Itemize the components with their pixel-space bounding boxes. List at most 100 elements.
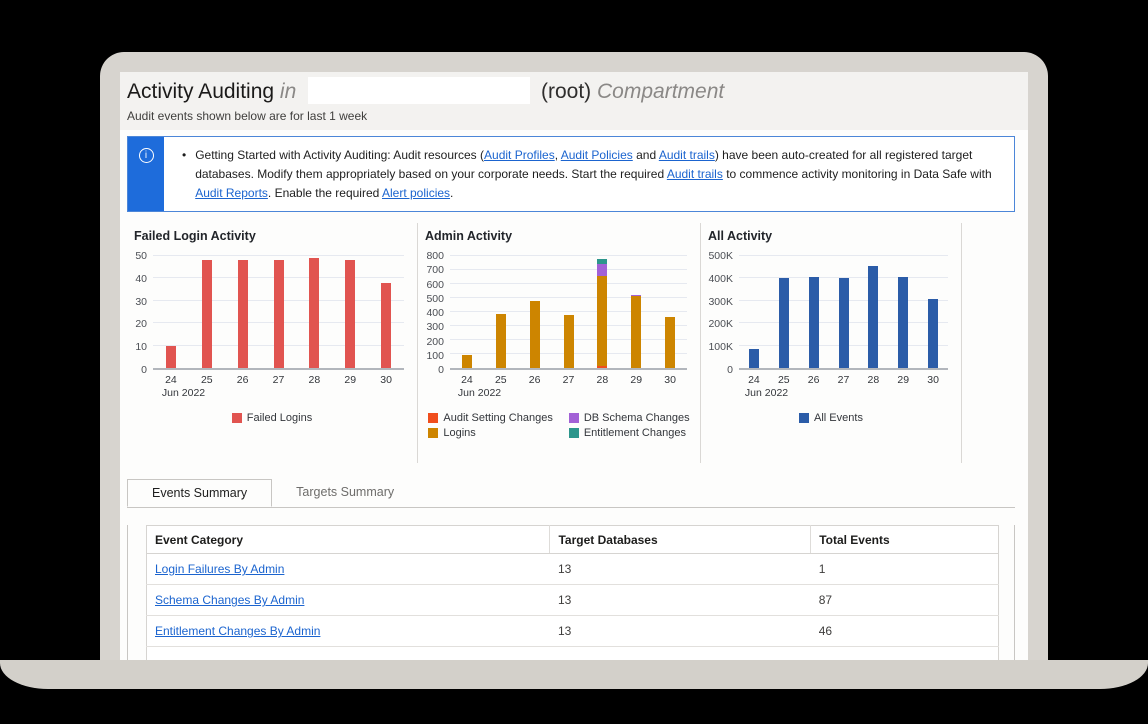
y-tick-label: 20 [135,319,147,329]
legend-label: Failed Logins [247,412,312,424]
table-cell: 1 [811,554,999,585]
bar-segment [381,283,391,368]
banner-link[interactable]: Audit Profiles [484,148,555,162]
banner-link[interactable]: Audit Reports [195,186,268,200]
legend-label: All Events [814,412,863,424]
table-cell: 13 [550,585,811,616]
page-title-in: in [280,80,296,103]
x-tick-label: 28 [597,374,609,386]
tab-targets-summary[interactable]: Targets Summary [272,479,418,507]
chart-bar [238,256,248,368]
banner-text-segment: and [633,148,659,162]
bar-segment [597,276,607,366]
chart-bar [779,256,789,368]
table-cell [147,647,999,661]
legend-label: Logins [443,427,475,439]
legend-swatch [428,413,438,423]
x-tick-label: 27 [273,374,285,386]
event-category-link[interactable]: Schema Changes By Admin [155,593,304,607]
legend-item: Failed Logins [232,412,312,424]
bar-segment [345,260,355,368]
chart-bar [202,256,212,368]
app-screen: Activity Auditing in (root) Compartment … [120,72,1028,660]
chart-title: All Activity [701,229,961,243]
table-cell: Entitlement Changes By Admin [147,616,550,647]
info-banner-stripe: i [128,137,164,211]
banner-text: Getting Started with Activity Auditing: … [195,146,998,203]
legend-swatch [428,428,438,438]
page-title-compartment: Compartment [597,80,724,103]
banner-link[interactable]: Alert policies [382,186,450,200]
x-tick-label: 24 [461,374,473,386]
tab-events-summary[interactable]: Events Summary [127,479,272,507]
banner-text-segment: . Enable the required [268,186,382,200]
x-tick-label: 30 [664,374,676,386]
x-axis: 24Jun 2022252627282930 [450,374,687,402]
laptop-base [0,660,1148,689]
y-tick-label: 600 [426,280,444,290]
x-tick-label: 28 [309,374,321,386]
legend-item: DB Schema Changes [569,412,690,424]
y-tick-label: 0 [141,365,147,375]
table-row-partial [147,647,999,661]
table-column-header: Total Events [811,526,999,554]
legend-swatch [569,428,579,438]
y-tick-label: 10 [135,342,147,352]
y-axis: 8007006005004003002001000 [420,256,450,370]
bar-segment [309,258,319,368]
event-category-link[interactable]: Entitlement Changes By Admin [155,624,320,638]
x-tick-label: 26 [808,374,820,386]
x-tick-label: 28 [868,374,880,386]
chart-panel-all-activity: All Activity500K400K300K200K100K024Jun 2… [701,223,962,463]
banner-text-segment: Getting Started with Activity Auditing: … [195,148,484,162]
page-header: Activity Auditing in (root) Compartment … [120,72,1028,130]
legend-swatch [569,413,579,423]
bar-segment [928,299,938,368]
page-title: Activity Auditing in (root) Compartment [127,77,1028,107]
x-tick-label: 26 [237,374,249,386]
chart-bar [665,256,675,368]
table-cell: Schema Changes By Admin [147,585,550,616]
legend-label: DB Schema Changes [584,412,690,424]
x-axis: 24Jun 2022252627282930 [739,374,948,402]
y-tick-label: 700 [426,265,444,275]
chart-bar [839,256,849,368]
chart-bar [898,256,908,368]
x-tick-label: 24 [748,374,760,386]
chart-panel-admin-activity: Admin Activity80070060050040030020010002… [418,223,701,463]
y-tick-label: 500K [708,251,733,261]
chart-legend: Failed Logins [127,412,417,424]
x-tick-label: 30 [927,374,939,386]
banner-link[interactable]: Audit trails [667,167,723,181]
compartment-name-redacted [308,77,530,104]
x-tick-label: 26 [529,374,541,386]
event-category-link[interactable]: Login Failures By Admin [155,562,284,576]
table-cell: 46 [811,616,999,647]
bar-segment [749,349,759,368]
legend-label: Audit Setting Changes [443,412,552,424]
y-tick-label: 200 [426,337,444,347]
banner-link[interactable]: Audit trails [659,148,715,162]
table-body: Login Failures By Admin 131 Schema Changes… [147,554,999,661]
bar-segment [462,355,472,368]
x-tick-label: 29 [344,374,356,386]
x-tick-label: 25 [201,374,213,386]
info-banner-body: • Getting Started with Activity Auditing… [164,137,1014,211]
chart-bar [631,256,641,368]
chart-panel-failed-login-activity: Failed Login Activity5040302010024Jun 20… [127,223,418,463]
table-row: Login Failures By Admin 131 [147,554,999,585]
chart-bar [166,256,176,368]
bar-segment [665,317,675,368]
chart-bar [597,256,607,368]
plot-area [153,256,404,370]
banner-text-segment: to commence activity monitoring in Data … [723,167,992,181]
table-cell: 13 [550,554,811,585]
banner-link[interactable]: Audit Policies [561,148,633,162]
x-tick-label: 27 [838,374,850,386]
chart-bar [496,256,506,368]
y-tick-label: 400K [708,274,733,284]
bar-segment [530,301,540,368]
y-tick-label: 500 [426,294,444,304]
bar-segment [597,264,607,275]
chart-legend: Audit Setting Changes Logins DB Schema Cha… [418,412,700,439]
